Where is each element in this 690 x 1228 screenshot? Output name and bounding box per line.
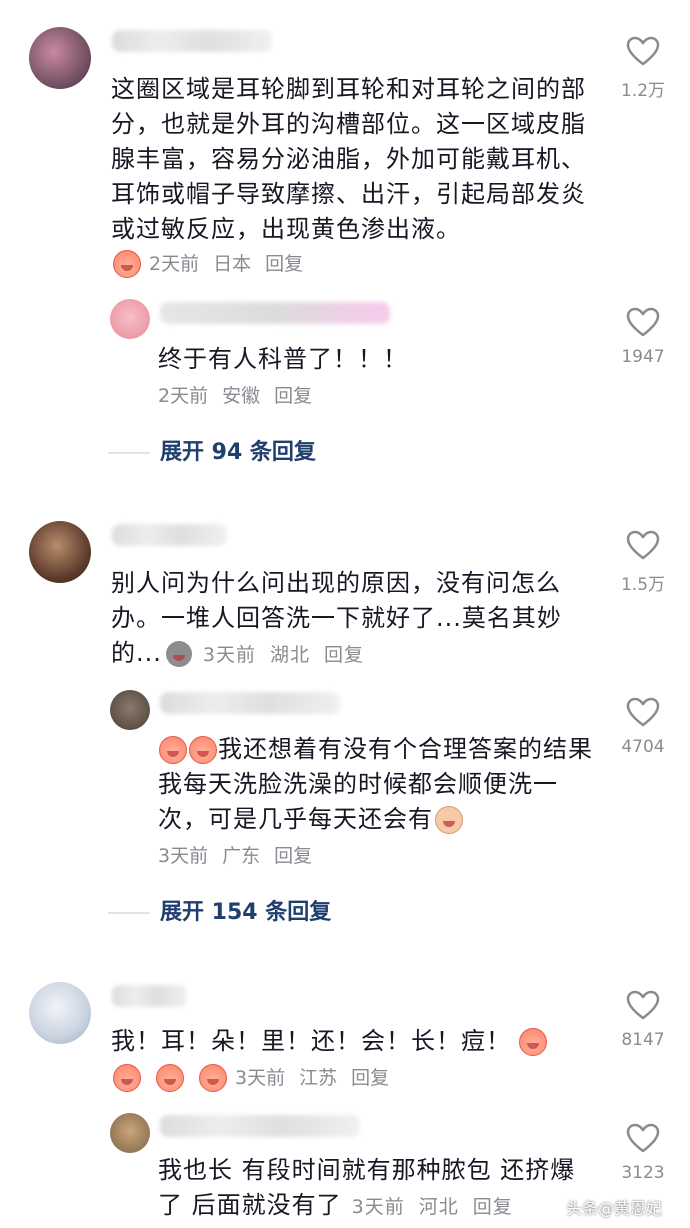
heart-icon bbox=[626, 697, 660, 727]
comment-location: 日本 bbox=[213, 252, 252, 275]
like-count: 3123 bbox=[621, 1163, 665, 1183]
like-button[interactable]: 3123 bbox=[603, 1123, 683, 1183]
username-blurred[interactable] bbox=[160, 302, 390, 324]
comment-time: 2天前 bbox=[149, 252, 200, 275]
reply-time: 3天前 bbox=[158, 845, 209, 867]
avatar[interactable] bbox=[110, 690, 150, 730]
comment-time: 3天前 bbox=[202, 644, 256, 666]
crying-face-icon bbox=[199, 1064, 227, 1092]
comment-location: 湖北 bbox=[269, 644, 310, 666]
heart-icon bbox=[626, 990, 660, 1020]
comment-text: 我！耳！朵！里！还！会！长！痘！ bbox=[111, 1024, 601, 1059]
reply-button[interactable]: 回复 bbox=[473, 1196, 513, 1218]
comment-text-content: 我！耳！朵！里！还！会！长！痘！ bbox=[111, 1027, 511, 1055]
like-count: 1.5万 bbox=[620, 575, 666, 595]
comment-meta: 3天前 湖北 回复 bbox=[203, 644, 378, 666]
reply-button[interactable]: 回复 bbox=[351, 1067, 389, 1089]
reply-time: 3天前 bbox=[351, 1196, 405, 1218]
crying-face-icon bbox=[519, 1028, 547, 1056]
username-blurred[interactable] bbox=[160, 1115, 360, 1137]
avatar[interactable] bbox=[110, 1113, 150, 1153]
like-button[interactable]: 8147 bbox=[603, 990, 683, 1050]
avatar[interactable] bbox=[29, 27, 91, 89]
username-blurred[interactable] bbox=[112, 985, 187, 1007]
reply-time: 2天前 bbox=[158, 385, 209, 407]
reply-text: 我还想着有没有个合理答案的结果 我每天洗脸洗澡的时候都会顺便洗一次，可是几乎每天… bbox=[158, 732, 598, 837]
crying-face-icon bbox=[156, 1064, 184, 1092]
reply-button[interactable]: 回复 bbox=[265, 253, 303, 275]
like-count: 8147 bbox=[621, 1030, 665, 1050]
crying-face-icon bbox=[159, 736, 187, 764]
reply-text: 我也长 有段时间就有那种脓包 还挤爆了 后面就没有了 3天前 河北 回复 bbox=[158, 1153, 598, 1223]
expand-replies-button[interactable]: 展开 154 条回复 bbox=[108, 898, 331, 928]
peach-face-icon bbox=[113, 250, 141, 278]
heart-icon bbox=[626, 36, 660, 66]
reply-location: 河北 bbox=[418, 1196, 459, 1218]
like-count: 4704 bbox=[621, 737, 665, 757]
like-button[interactable]: 4704 bbox=[603, 697, 683, 757]
divider bbox=[108, 912, 150, 914]
heart-icon bbox=[626, 307, 660, 337]
like-button[interactable]: 1.5万 bbox=[603, 530, 683, 595]
username-blurred[interactable] bbox=[112, 30, 272, 52]
reply-text: 终于有人科普了！！！ bbox=[158, 345, 408, 373]
sweat-face-icon bbox=[435, 806, 463, 834]
reply-meta: 3天前 广东 回复 bbox=[158, 844, 326, 868]
reply-button[interactable]: 回复 bbox=[274, 845, 312, 867]
divider bbox=[108, 452, 150, 454]
reply-location: 安徽 bbox=[222, 385, 261, 407]
avatar[interactable] bbox=[29, 982, 91, 1044]
crying-face-icon bbox=[189, 736, 217, 764]
grey-face-icon bbox=[165, 641, 192, 667]
comment-text: 这圈区域是耳轮脚到耳轮和对耳轮之间的部分，也就是外耳的沟槽部位。这一区域皮脂腺丰… bbox=[111, 75, 586, 243]
crying-face-icon bbox=[113, 1064, 141, 1092]
heart-icon bbox=[626, 530, 660, 560]
heart-icon bbox=[626, 1123, 660, 1153]
reply-meta: 3天前 河北 回复 bbox=[352, 1196, 527, 1218]
avatar[interactable] bbox=[110, 299, 150, 339]
expand-replies-label: 展开 154 条回复 bbox=[160, 900, 332, 925]
avatar[interactable] bbox=[29, 521, 91, 583]
reply-location: 广东 bbox=[222, 845, 261, 867]
like-count: 1.2万 bbox=[620, 81, 666, 101]
expand-replies-label: 展开 94 条回复 bbox=[160, 440, 316, 465]
reply-text-content: 我还想着有没有个合理答案的结果 我每天洗脸洗澡的时候都会顺便洗一次，可是几乎每天… bbox=[158, 735, 593, 833]
comment-location: 江苏 bbox=[299, 1066, 338, 1089]
comment-meta: 3天前 江苏 回复 bbox=[112, 1064, 403, 1092]
username-blurred[interactable] bbox=[112, 524, 227, 546]
like-button[interactable]: 1947 bbox=[603, 307, 683, 367]
username-blurred[interactable] bbox=[160, 692, 340, 714]
like-button[interactable]: 1.2万 bbox=[603, 36, 683, 101]
reply-button[interactable]: 回复 bbox=[274, 385, 312, 407]
comment-meta: 2天前 日本 回复 bbox=[112, 250, 317, 278]
comment-text: 别人问为什么问出现的原因，没有问怎么办。一堆人回答洗一下就好了...莫名其妙的.… bbox=[111, 566, 601, 671]
reply-meta: 2天前 安徽 回复 bbox=[158, 384, 326, 408]
comment-time: 3天前 bbox=[235, 1066, 286, 1089]
like-count: 1947 bbox=[621, 347, 665, 367]
watermark: 头条@黄恩妃 bbox=[566, 1199, 663, 1218]
expand-replies-button[interactable]: 展开 94 条回复 bbox=[108, 438, 316, 468]
reply-button[interactable]: 回复 bbox=[324, 644, 364, 666]
